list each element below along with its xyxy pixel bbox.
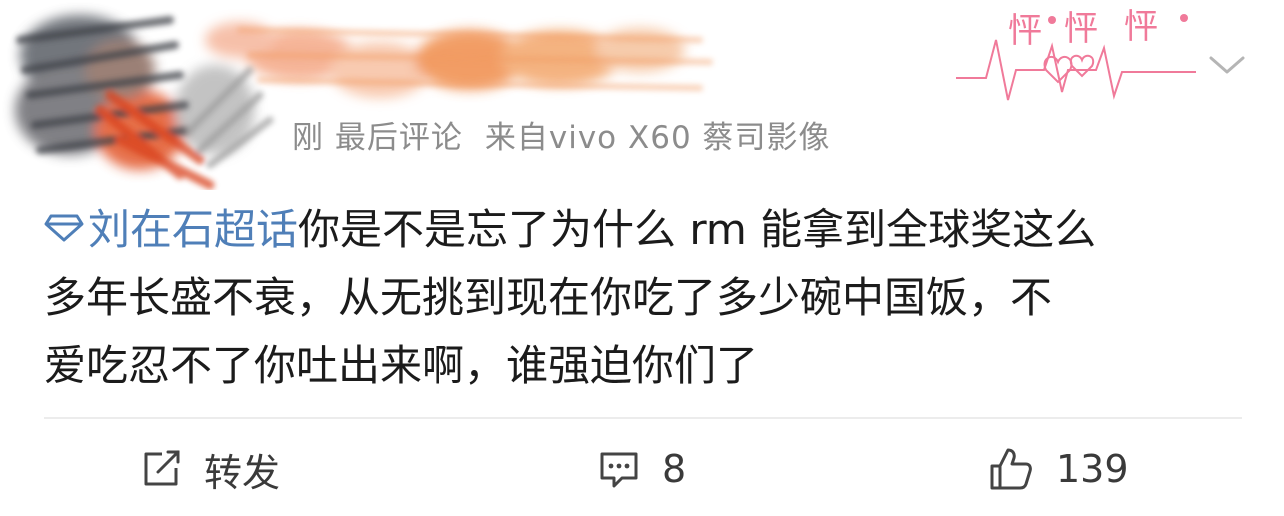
post-meta: 刚 最后评论 来自vivo X60 蔡司影像 [292,112,831,157]
post-body: 刘在石超话你是不是忘了为什么 rm 能拿到全球奖这么 多年长盛不衰，从无挑到现在… [44,196,1244,400]
comment-icon [600,452,638,488]
topic-label: 刘在石超话 [88,205,299,254]
like-count: 139 [1056,447,1129,491]
comment-count: 8 [662,447,687,491]
redacted-scribble [15,15,713,190]
repost-label: 转发 [204,450,281,495]
like-button[interactable]: 139 [988,440,1129,498]
post-line-1: 刘在石超话你是不是忘了为什么 rm 能拿到全球奖这么 [44,196,1244,264]
decoration-char-2: 怦 [1064,9,1098,49]
meta-source: 来自vivo X60 蔡司影像 [484,120,831,156]
diamond-icon [44,214,84,242]
repost-icon [144,450,180,486]
chevron-down-icon[interactable] [1205,50,1249,80]
decoration-char-3: 怦 [1124,7,1158,47]
post-text-line-3: 爱吃忍不了你吐出来啊，谁强迫你们了 [44,341,759,390]
divider [44,417,1242,419]
repost-button[interactable]: 转发 [140,440,280,498]
thumbs-up-icon [990,448,1032,490]
decoration-char-1: 怦 [1008,11,1042,51]
heartbeat-decoration: 怦 怦 怦 [956,7,1196,101]
meta-time: 最后评论 [334,120,463,156]
comment-button[interactable]: 8 [598,440,686,498]
post-text-line-1: 你是不是忘了为什么 rm 能拿到全球奖这么 [298,205,1097,254]
topic-link[interactable]: 刘在石超话 [44,205,298,254]
meta-fragment: 刚 [292,120,324,156]
post-text-line-2: 多年长盛不衰，从无挑到现在你吃了多少碗中国饭，不 [44,273,1053,322]
